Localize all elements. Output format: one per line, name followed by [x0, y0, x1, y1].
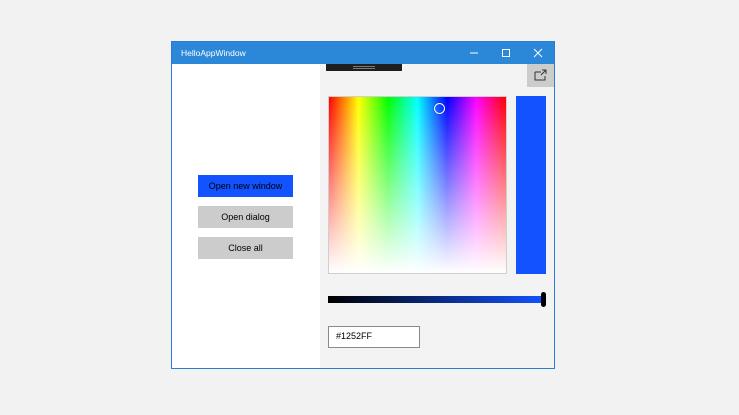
popout-button[interactable]	[527, 64, 554, 87]
value-slider-track[interactable]	[328, 296, 543, 303]
open-new-window-button[interactable]: Open new window	[198, 175, 293, 197]
close-all-button[interactable]: Close all	[198, 237, 293, 259]
hex-color-input[interactable]: #1252FF	[328, 326, 420, 348]
app-window: HelloAppWindow Open new window Open dial…	[171, 41, 555, 369]
gripper-line	[353, 68, 375, 69]
minimize-button[interactable]	[458, 42, 490, 64]
maximize-icon	[502, 49, 510, 57]
minimize-icon	[470, 52, 478, 54]
color-picker-pane: #1252FF	[320, 64, 554, 368]
color-spectrum[interactable]	[328, 96, 507, 274]
window-title: HelloAppWindow	[181, 48, 246, 58]
drag-gripper[interactable]	[326, 64, 402, 71]
gripper-line	[353, 66, 375, 67]
close-button[interactable]	[522, 42, 554, 64]
window-content: Open new window Open dialog Close all #1…	[172, 64, 554, 368]
close-icon	[533, 48, 543, 58]
color-preview-swatch	[516, 96, 546, 274]
title-bar[interactable]: HelloAppWindow	[172, 42, 554, 64]
left-pane: Open new window Open dialog Close all	[172, 64, 320, 368]
maximize-button[interactable]	[490, 42, 522, 64]
value-slider-thumb[interactable]	[541, 292, 546, 307]
spectrum-selection-handle[interactable]	[434, 103, 445, 114]
popout-icon	[534, 69, 547, 81]
open-dialog-button[interactable]: Open dialog	[198, 206, 293, 228]
